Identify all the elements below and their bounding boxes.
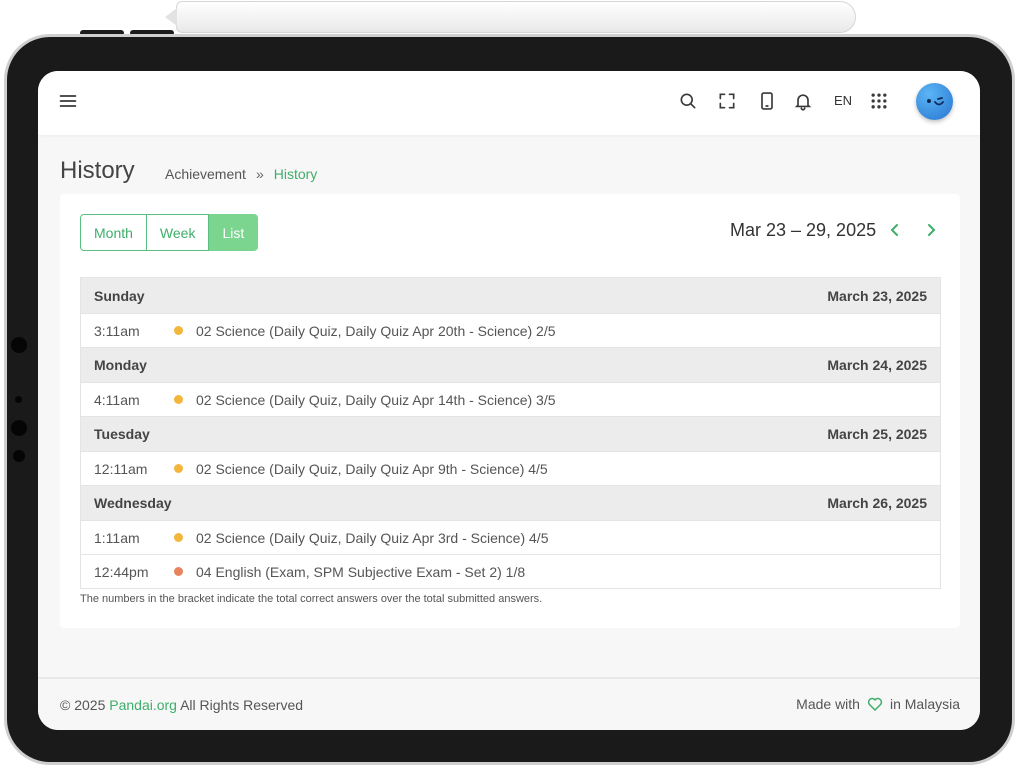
breadcrumb-parent[interactable]: Achievement [165,166,246,182]
day-name: Tuesday [94,426,150,442]
event-title[interactable]: 02 Science (Daily Quiz, Daily Quiz Apr 1… [196,392,556,408]
footnote: The numbers in the bracket indicate the … [80,593,543,605]
made-with-label: Made with [796,696,860,712]
event-dot [174,567,183,576]
made-with: Made with in Malaysia [796,695,960,713]
event-row[interactable]: 12:44pm 04 English (Exam, SPM Subjective … [81,554,940,588]
date-range: Mar 23 – 29, 2025 [730,220,877,240]
mobile-device-icon[interactable] [755,89,779,113]
event-title[interactable]: 04 English (Exam, SPM Subjective Exam - … [196,564,525,580]
view-switcher: Month Week List [80,214,259,251]
day-name: Monday [94,357,147,373]
copyright-suffix: All Rights Reserved [176,697,304,713]
search-icon[interactable] [676,89,700,113]
brand-link[interactable]: Pandai.org [109,697,177,713]
event-dot [174,464,183,473]
day-date: March 23, 2025 [827,287,927,304]
day-date: March 26, 2025 [827,495,927,511]
fullscreen-icon[interactable] [715,89,739,113]
heart-icon [867,697,883,712]
event-row[interactable]: 1:11am 02 Science (Daily Quiz, Daily Quiz… [81,520,940,554]
view-month-button[interactable]: Month [80,214,147,251]
chevron-right-icon[interactable] [923,222,939,238]
stylus-pencil [165,1,856,33]
day-header: Sunday March 23, 2025 [81,278,940,313]
page-title: History [60,157,135,184]
event-time: 12:11am [94,460,148,477]
camera-dot [11,420,27,436]
day-header: Tuesday March 25, 2025 [81,416,940,451]
calendar-card: Month Week List Mar 23 – 29, 2025 Sunday… [60,194,960,628]
event-time: 4:11am [94,391,140,408]
in-country-label: in Malaysia [889,696,960,712]
app-screen: EN History Achievement » History Month W… [38,71,980,730]
day-header: Wednesday March 26, 2025 [81,485,940,520]
day-header: Monday March 24, 2025 [81,347,940,382]
day-date: March 24, 2025 [827,357,927,373]
breadcrumb: Achievement » History [165,166,317,182]
event-title[interactable]: 02 Science (Daily Quiz, Daily Quiz Apr 3… [196,530,548,546]
camera-dot [11,337,27,353]
topbar: EN [38,71,980,135]
footer: © 2025 Pandai.org All Rights Reserved Ma… [38,677,980,730]
camera-dot [15,396,22,403]
apps-grid-icon[interactable] [867,89,891,113]
bell-icon[interactable] [791,89,815,113]
tablet-mockup: EN History Achievement » History Month W… [0,0,1019,768]
event-row[interactable]: 4:11am 02 Science (Daily Quiz, Daily Quiz… [81,382,940,416]
event-title[interactable]: 02 Science (Daily Quiz, Daily Quiz Apr 2… [196,323,556,339]
event-time: 3:11am [94,322,140,339]
event-list: Sunday March 23, 2025 3:11am 02 Science (Da… [80,277,941,589]
event-title[interactable]: 02 Science (Daily Quiz, Daily Quiz Apr 9… [196,461,548,477]
event-dot [174,395,183,404]
event-dot [174,533,183,542]
copyright: © 2025 Pandai.org All Rights Reserved [60,697,303,713]
day-name: Sunday [94,287,145,304]
chevron-left-icon[interactable] [887,222,903,238]
copyright-prefix: © 2025 [60,697,110,713]
view-list-button[interactable]: List [209,214,259,251]
hamburger-menu-icon[interactable] [56,89,80,113]
event-time: 12:44pm [94,563,149,580]
view-week-button[interactable]: Week [146,214,210,251]
breadcrumb-separator: » [255,166,264,182]
event-dot [174,326,183,335]
camera-dot [13,450,25,462]
breadcrumb-current: History [273,166,318,182]
day-date: March 25, 2025 [827,426,927,442]
event-row[interactable]: 12:11am 02 Science (Daily Quiz, Daily Qui… [81,451,940,485]
language-selector[interactable]: EN [834,93,852,108]
day-name: Wednesday [94,495,172,511]
avatar[interactable] [916,83,953,120]
event-time: 1:11am [94,529,140,546]
event-row[interactable]: 3:11am 02 Science (Daily Quiz, Daily Quiz… [81,313,940,347]
